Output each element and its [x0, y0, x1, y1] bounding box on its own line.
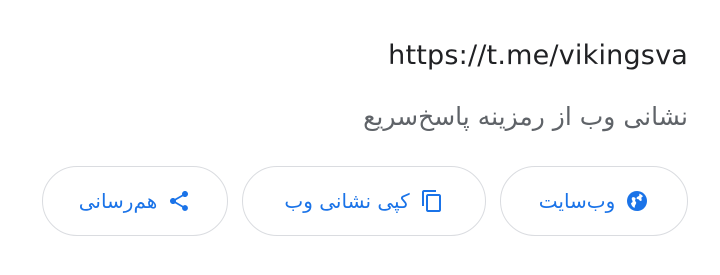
url-description: نشانی وب از رمزینه پاسخ‌سریع [363, 102, 688, 131]
website-label: وب‌سایت [538, 189, 616, 213]
copy-url-button[interactable]: کپی نشانی وب [242, 166, 486, 236]
copy-icon [420, 189, 444, 213]
share-button[interactable]: هم‌رسانی [42, 166, 228, 236]
globe-icon [625, 189, 649, 213]
share-icon [167, 189, 191, 213]
action-chips: وب‌سایت کپی نشانی وب هم‌رسانی [42, 166, 688, 238]
copy-url-label: کپی نشانی وب [284, 189, 410, 213]
website-button[interactable]: وب‌سایت [500, 166, 688, 236]
share-label: هم‌رسانی [78, 189, 158, 213]
detected-url: https://t.me/vikingsva [388, 40, 688, 71]
